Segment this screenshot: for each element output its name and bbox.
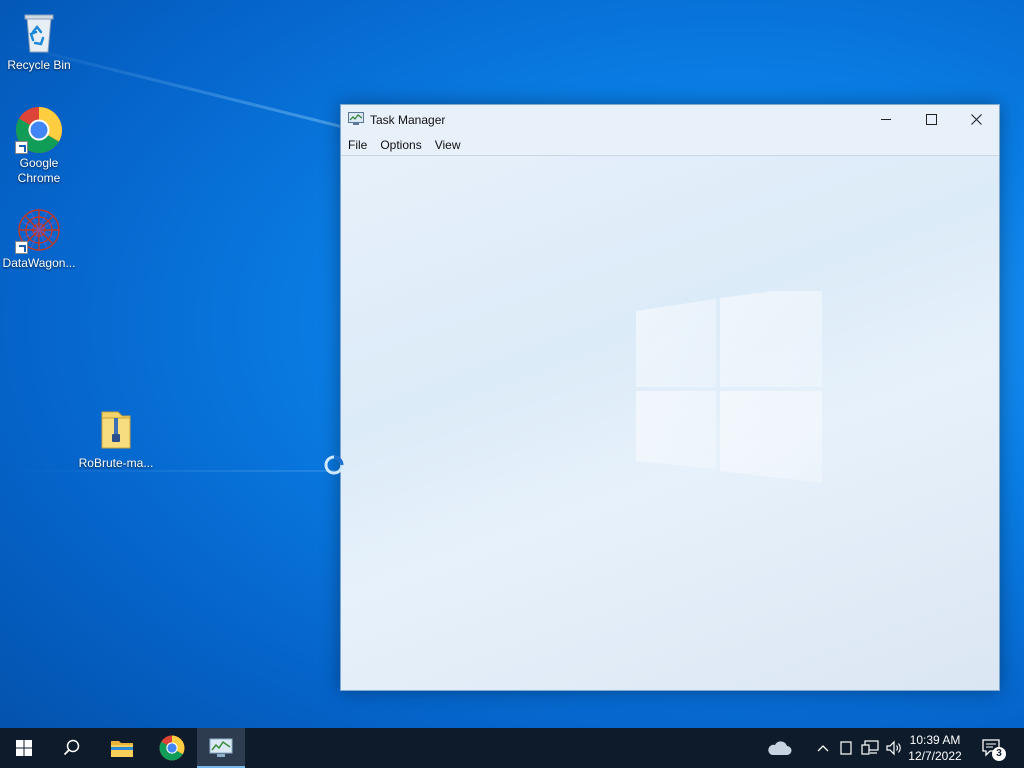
clock-time: 10:39 AM [909,733,961,747]
zip-folder-icon [92,406,140,454]
close-button[interactable] [954,105,999,134]
recycle-bin-icon [15,8,63,56]
onedrive-cloud-icon [768,741,792,755]
chrome-icon [15,106,63,154]
task-manager-window[interactable]: Task Manager File Options View [340,104,1000,691]
system-clock[interactable]: 10:39 AM 12/7/2022 [900,732,970,764]
network-button[interactable] [858,728,882,768]
shortcut-arrow-icon [15,141,28,154]
windows-start-icon [16,740,32,756]
minimize-button[interactable] [864,105,909,134]
menu-file[interactable]: File [347,138,373,152]
shortcut-arrow-icon [15,241,28,254]
task-manager-icon [209,738,233,757]
window-titlebar[interactable]: Task Manager [341,105,999,134]
onedrive-button[interactable] [762,728,796,768]
menu-options[interactable]: Options [379,138,427,152]
desktop-icon-label: RoBrute-ma... [78,456,154,470]
window-title: Task Manager [370,113,446,127]
tablet-icon [840,741,852,755]
window-content [341,156,999,691]
taskbar: 10:39 AM 12/7/2022 3 [0,728,1024,768]
taskbar-file-explorer[interactable] [98,728,146,768]
chevron-up-icon [817,745,829,752]
maximize-icon [926,114,937,125]
maximize-button[interactable] [909,105,954,134]
desktop-icon-robrute[interactable]: RoBrute-ma... [78,406,154,471]
search-icon [63,739,80,756]
search-button[interactable] [48,728,96,768]
desktop-icon-label: Google Chrome [17,156,61,185]
menu-view[interactable]: View [434,138,467,152]
taskbar-chrome[interactable] [148,728,196,768]
file-explorer-icon [111,741,133,757]
windows-logo-watermark [636,291,822,483]
chrome-icon [159,735,185,761]
notification-count-badge: 3 [992,747,1006,761]
show-hidden-icons-button[interactable] [812,728,834,768]
desktop-icon-label: Recycle Bin [7,58,71,72]
start-button[interactable] [0,728,48,768]
action-center-button[interactable]: 3 [978,728,1008,768]
clock-date: 12/7/2022 [908,749,962,763]
tray-device-button[interactable] [836,728,856,768]
loading-cursor-icon [324,455,344,475]
desktop-icon-label: DataWagon... [2,256,76,270]
desktop-icon-datawagon[interactable]: DataWagon... [1,206,77,271]
network-icon [861,740,879,755]
desktop-icon-recycle-bin[interactable]: Recycle Bin [1,8,77,73]
minimize-icon [881,119,891,120]
task-manager-icon [348,112,364,126]
close-icon [971,114,982,125]
desktop-icon-google-chrome[interactable]: Google Chrome [1,106,77,186]
taskbar-task-manager[interactable] [197,728,245,768]
menu-bar: File Options View [341,134,999,156]
datawagon-icon [15,206,63,254]
